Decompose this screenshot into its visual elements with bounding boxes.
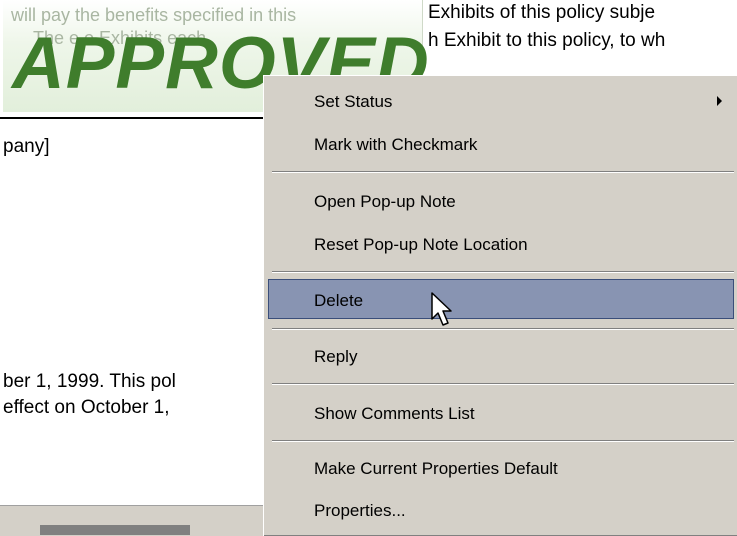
- submenu-arrow-icon: [717, 96, 722, 106]
- menu-item-reply[interactable]: Reply: [264, 336, 737, 376]
- doc-text-left-1: ber 1, 1999. This pol: [3, 371, 176, 392]
- menu-item-open-popup-note[interactable]: Open Pop-up Note: [264, 181, 737, 221]
- menu-item-label: Show Comments List: [314, 404, 475, 423]
- menu-item-label: Mark with Checkmark: [314, 135, 478, 154]
- doc-text-right-1: Exhibits of this policy subje: [428, 2, 656, 23]
- menu-item-label: Reply: [314, 347, 358, 366]
- mouse-pointer-icon: [431, 292, 452, 326]
- menu-item-delete[interactable]: Delete: [268, 279, 734, 319]
- menu-separator: [272, 328, 734, 330]
- menu-item-label: Set Status: [314, 92, 393, 111]
- scrollbar-thumb[interactable]: [40, 525, 190, 535]
- menu-item-show-comments-list[interactable]: Show Comments List: [264, 393, 737, 433]
- menu-separator: [272, 440, 734, 442]
- menu-item-label: Open Pop-up Note: [314, 192, 456, 211]
- menu-item-properties[interactable]: Properties...: [264, 490, 737, 530]
- doc-text-right-2: h Exhibit to this policy, to wh: [428, 30, 666, 51]
- menu-separator: [272, 383, 734, 385]
- menu-item-make-default[interactable]: Make Current Properties Default: [264, 448, 737, 488]
- menu-item-label: Delete: [314, 291, 364, 310]
- menu-item-label: Reset Pop-up Note Location: [314, 235, 528, 254]
- menu-item-mark-checkmark[interactable]: Mark with Checkmark: [264, 124, 737, 164]
- menu-item-label: Properties...: [314, 501, 406, 520]
- menu-separator: [272, 171, 734, 173]
- menu-separator: [272, 271, 734, 273]
- menu-item-set-status[interactable]: Set Status: [264, 81, 737, 121]
- doc-text-left-2: effect on October 1,: [3, 397, 170, 418]
- doc-text-company: pany]: [3, 136, 50, 157]
- menu-item-reset-popup-location[interactable]: Reset Pop-up Note Location: [264, 224, 737, 264]
- context-menu: Set Status Mark with Checkmark Open Pop-…: [263, 75, 737, 536]
- menu-item-label: Make Current Properties Default: [314, 459, 558, 478]
- divider-line: [0, 117, 264, 119]
